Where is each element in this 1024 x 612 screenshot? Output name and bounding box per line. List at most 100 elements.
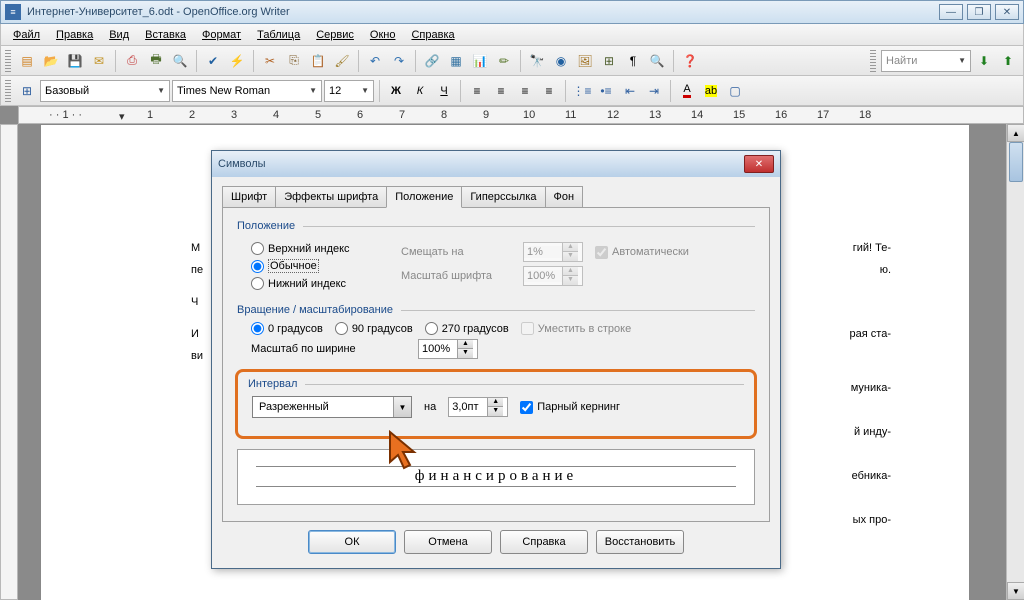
scroll-down-icon[interactable]: ▼ <box>1007 582 1024 600</box>
tab-position[interactable]: Положение <box>386 186 462 208</box>
styles-icon[interactable]: ⊞ <box>16 80 38 102</box>
radio-270deg[interactable]: 270 градусов <box>425 322 509 335</box>
bold-icon[interactable]: Ж <box>385 80 407 102</box>
help-button[interactable]: Справка <box>500 530 588 554</box>
vertical-scrollbar[interactable]: ▲ ▼ <box>1006 124 1024 600</box>
align-left-icon[interactable]: ≡ <box>466 80 488 102</box>
open-icon[interactable]: 📂 <box>40 50 62 72</box>
italic-icon[interactable]: К <box>409 80 431 102</box>
chart-icon[interactable]: 📊 <box>469 50 491 72</box>
undo-icon[interactable]: ↶ <box>364 50 386 72</box>
preview-box: финансирование <box>237 449 755 505</box>
chevron-down-icon[interactable]: ▼ <box>393 397 411 417</box>
menu-tools[interactable]: Сервис <box>308 27 362 43</box>
dialog-titlebar[interactable]: Символы ✕ <box>212 151 780 177</box>
align-right-icon[interactable]: ≡ <box>514 80 536 102</box>
close-button[interactable]: ✕ <box>995 4 1019 20</box>
print-icon[interactable]: 🖶 <box>145 50 167 72</box>
autospell-icon[interactable]: ⚡ <box>226 50 248 72</box>
size-dropdown[interactable]: 12▼ <box>324 80 374 102</box>
spacing-by-label: на <box>424 401 436 413</box>
fit-line-checkbox: Уместить в строке <box>521 322 631 335</box>
pdf-icon[interactable]: ⎙ <box>121 50 143 72</box>
menu-table[interactable]: Таблица <box>249 27 308 43</box>
radio-superscript[interactable]: Верхний индекс <box>251 242 350 255</box>
menu-help[interactable]: Справка <box>403 27 462 43</box>
underline-icon[interactable]: Ч <box>433 80 455 102</box>
tab-background[interactable]: Фон <box>545 186 584 208</box>
bgcolor-icon[interactable]: ▢ <box>724 80 746 102</box>
mail-icon[interactable]: ✉ <box>88 50 110 72</box>
cut-icon[interactable]: ✂ <box>259 50 281 72</box>
tab-font[interactable]: Шрифт <box>222 186 276 208</box>
toolbar-grip-3[interactable] <box>5 80 11 102</box>
outdent-icon[interactable]: ⇤ <box>619 80 641 102</box>
gallery-icon[interactable]: 🖼 <box>574 50 596 72</box>
tab-panel-position: Положение Верхний индекс Обычное Нижний … <box>222 207 770 522</box>
horizontal-ruler[interactable]: · · 1 · · ▾ 1 2 3 4 5 6 7 8 9 10 11 12 1… <box>18 106 1024 124</box>
copy-icon[interactable]: ⎘ <box>283 50 305 72</box>
scroll-thumb[interactable] <box>1009 142 1023 182</box>
scroll-up-icon[interactable]: ▲ <box>1007 124 1024 142</box>
spell-icon[interactable]: ✔ <box>202 50 224 72</box>
fontcolor-icon[interactable]: A <box>676 80 698 102</box>
toolbar-grip-2[interactable] <box>870 50 876 72</box>
spacing-combo-value: Разреженный <box>253 401 393 413</box>
minimize-button[interactable]: ― <box>939 4 963 20</box>
style-dropdown[interactable]: Базовый▼ <box>40 80 170 102</box>
menu-window[interactable]: Окно <box>362 27 404 43</box>
dialog-close-button[interactable]: ✕ <box>744 155 774 173</box>
sources-icon[interactable]: ⊞ <box>598 50 620 72</box>
paste-icon[interactable]: 📋 <box>307 50 329 72</box>
cancel-button[interactable]: Отмена <box>404 530 492 554</box>
align-justify-icon[interactable]: ≡ <box>538 80 560 102</box>
help-icon[interactable]: ❓ <box>679 50 701 72</box>
titlebar: ≡ Интернет-Университет_6.odt - OpenOffic… <box>0 0 1024 24</box>
redo-icon[interactable]: ↷ <box>388 50 410 72</box>
font-value: Times New Roman <box>177 85 270 97</box>
font-dropdown[interactable]: Times New Roman▼ <box>172 80 322 102</box>
link-icon[interactable]: 🔗 <box>421 50 443 72</box>
bullets-icon[interactable]: •≡ <box>595 80 617 102</box>
drawing-icon[interactable]: ✏ <box>493 50 515 72</box>
find-icon[interactable]: 🔭 <box>526 50 548 72</box>
find-next-icon[interactable]: ⬇ <box>973 50 995 72</box>
spacing-by-spin[interactable]: ▲▼ <box>448 397 508 417</box>
menu-file[interactable]: Файл <box>5 27 48 43</box>
table-icon[interactable]: ▦ <box>445 50 467 72</box>
save-icon[interactable]: 💾 <box>64 50 86 72</box>
relsize-label: Масштаб шрифта <box>401 270 511 282</box>
radio-90deg[interactable]: 90 градусов <box>335 322 413 335</box>
group-rotation-label: Вращение / масштабирование <box>237 304 755 316</box>
indent-icon[interactable]: ⇥ <box>643 80 665 102</box>
reset-button[interactable]: Восстановить <box>596 530 684 554</box>
menu-view[interactable]: Вид <box>101 27 137 43</box>
numbering-icon[interactable]: ⋮≡ <box>571 80 593 102</box>
radio-normal[interactable]: Обычное <box>251 259 319 273</box>
tab-effects[interactable]: Эффекты шрифта <box>275 186 387 208</box>
scale-width-spin[interactable]: ▲▼ <box>418 339 478 359</box>
nonprint-icon[interactable]: ¶ <box>622 50 644 72</box>
zoom-icon[interactable]: 🔍 <box>646 50 668 72</box>
find-prev-icon[interactable]: ⬆ <box>997 50 1019 72</box>
menu-format[interactable]: Формат <box>194 27 249 43</box>
radio-0deg[interactable]: 0 градусов <box>251 322 323 335</box>
brush-icon[interactable]: 🖌 <box>331 50 353 72</box>
tab-hyperlink[interactable]: Гиперссылка <box>461 186 545 208</box>
toolbar-grip[interactable] <box>5 50 11 72</box>
new-icon[interactable]: ▤ <box>16 50 38 72</box>
preview-icon[interactable]: 🔍 <box>169 50 191 72</box>
ok-button[interactable]: ОК <box>308 530 396 554</box>
restore-button[interactable]: ❐ <box>967 4 991 20</box>
spacing-combo[interactable]: Разреженный ▼ <box>252 396 412 418</box>
align-center-icon[interactable]: ≡ <box>490 80 512 102</box>
standard-toolbar: ▤ 📂 💾 ✉ ⎙ 🖶 🔍 ✔ ⚡ ✂ ⎘ 📋 🖌 ↶ ↷ 🔗 ▦ 📊 ✏ 🔭 … <box>0 46 1024 76</box>
navigator-icon[interactable]: ◉ <box>550 50 572 72</box>
highlight-icon[interactable]: ab <box>700 80 722 102</box>
menu-edit[interactable]: Правка <box>48 27 101 43</box>
radio-subscript[interactable]: Нижний индекс <box>251 277 346 290</box>
vertical-ruler[interactable] <box>0 124 18 600</box>
search-field[interactable]: Найти ▼ <box>881 50 971 72</box>
menu-insert[interactable]: Вставка <box>137 27 194 43</box>
kerning-checkbox[interactable]: Парный кернинг <box>520 401 620 414</box>
